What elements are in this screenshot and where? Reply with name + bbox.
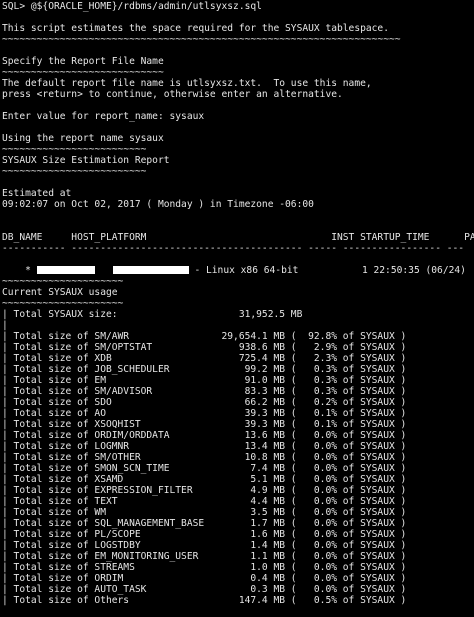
redacted-host-name (112, 266, 189, 274)
usage-row: | Total size of SMON_SCN_TIME 7.4 MB ( 0… (2, 463, 407, 474)
usage-row: | Total size of PL/SCOPE 1.6 MB ( 0.0% o… (2, 529, 407, 540)
terminal-line: The default report file name is utlsyxsz… (2, 78, 372, 89)
usage-header-line: ~~~~~~~~~~~~~~~~~~~~~ (2, 276, 124, 287)
terminal-line: Specify the Report File Name (2, 56, 164, 67)
terminal-line: Estimated at (2, 188, 72, 199)
terminal-line: ~~~~~~~~~~~~~~~~~~~~~~~~~ (2, 144, 147, 155)
db-info-row: * - Linux x86 64-bit 1 22:50:35 (06/24) … (2, 254, 474, 276)
usage-row: | Total size of AO 39.3 MB ( 0.1% of SYS… (2, 408, 407, 419)
usage-row: | Total size of XDB 725.4 MB ( 2.3% of S… (2, 353, 407, 364)
terminal-line: ~~~~~~~~~~~~~~~~~~~~~~~~~~~~~~~~~~~~~~~~… (2, 34, 401, 45)
usage-row: | Total size of Others 147.4 MB ( 0.5% o… (2, 595, 407, 606)
usage-row: | Total size of LOGMNR 13.4 MB ( 0.0% of… (2, 441, 407, 452)
usage-row: | Total size of SM/ADVISOR 83.3 MB ( 0.3… (2, 386, 407, 397)
usage-header-line: Current SYSAUX usage (2, 287, 118, 298)
terminal-line: Using the report name sysaux (2, 133, 164, 144)
usage-row: | Total size of AUTO_TASK 0.3 MB ( 0.0% … (2, 584, 407, 595)
usage-row: | Total size of STREAMS 1.0 MB ( 0.0% of… (2, 562, 407, 573)
usage-header-line: ~~~~~~~~~~~~~~~~~~~~~ (2, 298, 124, 309)
redacted-db-name (36, 266, 95, 274)
usage-row: | Total size of SQL_MANAGEMENT_BASE 1.7 … (2, 518, 407, 529)
usage-row: | Total size of LOGSTDBY 1.4 MB ( 0.0% o… (2, 540, 407, 551)
terminal-line: ~~~~~~~~~~~~~~~~~~~~~~~~~~~~ (2, 67, 164, 78)
usage-row: | Total size of EXPRESSION_FILTER 4.9 MB… (2, 485, 407, 496)
usage-row: | Total size of ORDIM/ORDDATA 13.6 MB ( … (2, 430, 407, 441)
terminal-line: 09:02:07 on Oct 02, 2017 ( Monday ) in T… (2, 199, 314, 210)
terminal-line: ----------- ----------------------------… (2, 243, 465, 254)
db-row-prefix: * (25, 265, 37, 276)
usage-row: | Total size of SM/OPTSTAT 938.6 MB ( 2.… (2, 342, 407, 353)
usage-row: | Total size of ORDIM 0.4 MB ( 0.0% of S… (2, 573, 407, 584)
usage-row: | Total size of SDO 66.2 MB ( 0.2% of SY… (2, 397, 407, 408)
terminal-line: press <return> to continue, otherwise en… (2, 89, 343, 100)
usage-row: | Total size of XSAMD 5.1 MB ( 0.0% of S… (2, 474, 407, 485)
usage-row: | Total size of EM 91.0 MB ( 0.3% of SYS… (2, 375, 407, 386)
usage-row: | Total size of EM_MONITORING_USER 1.1 M… (2, 551, 407, 562)
usage-row: | Total size of SM/OTHER 10.8 MB ( 0.0% … (2, 452, 407, 463)
terminal-line: Enter value for report_name: sysaux (2, 111, 205, 122)
usage-row: | Total size of JOB_SCHEDULER 99.2 MB ( … (2, 364, 407, 375)
usage-row: | Total size of WM 3.5 MB ( 0.0% of SYSA… (2, 507, 407, 518)
usage-row: | Total size of SM/AWR 29,654.1 MB ( 92.… (2, 331, 407, 342)
usage-row: | (2, 320, 8, 331)
terminal-line: DB_NAME HOST_PLATFORM INST STARTUP_TIME … (2, 232, 474, 243)
usage-row: | Total size of TEXT 4.4 MB ( 0.0% of SY… (2, 496, 407, 507)
db-row-inst-time: 1 22:50:35 (06/24) NO (298, 265, 474, 276)
db-row-platform: - Linux x86 64-bit (188, 265, 299, 276)
terminal-line: SYSAUX Size Estimation Report (2, 155, 170, 166)
usage-row: | Total SYSAUX size: 31,952.5 MB (2, 309, 303, 320)
terminal-line: ~~~~~~~~~~~~~~~~~~~~~~~~~ (2, 166, 147, 177)
terminal-line: This script estimates the space required… (2, 23, 389, 34)
terminal-window[interactable]: SQL> @${ORACLE_HOME}/rdbms/admin/utlsyxs… (0, 0, 474, 617)
usage-row: | Total size of XSOQHIST 39.3 MB ( 0.1% … (2, 419, 407, 430)
terminal-line: SQL> @${ORACLE_HOME}/rdbms/admin/utlsyxs… (2, 1, 262, 12)
